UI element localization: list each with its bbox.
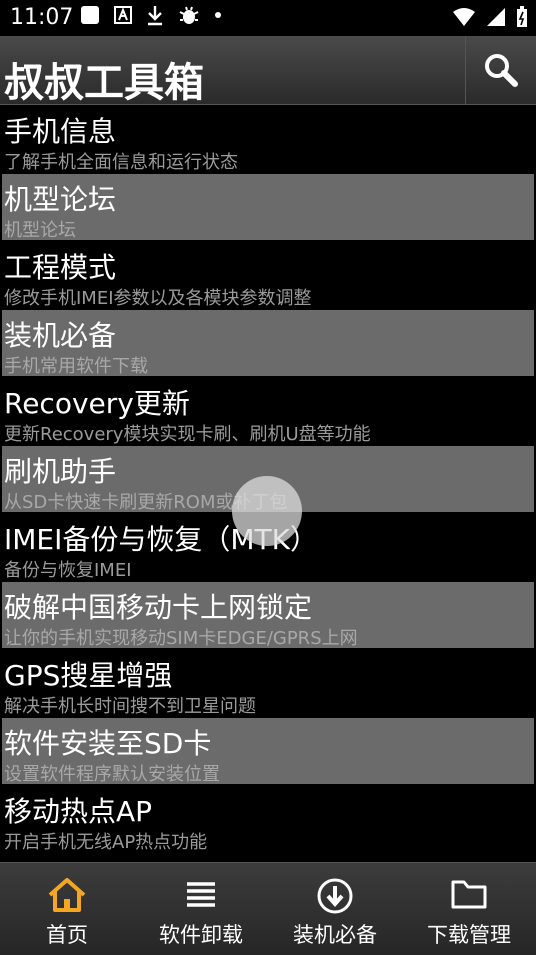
wifi-icon: [453, 8, 475, 26]
tab-label: 首页: [46, 923, 88, 947]
item-subtitle: 设置软件程序默认安装位置: [4, 764, 220, 785]
folder-icon: [451, 880, 487, 909]
status-time: 11:07: [10, 5, 74, 30]
tab-label: 软件卸载: [159, 923, 243, 947]
item-subtitle: 修改手机IMEI参数以及各模块参数调整: [4, 288, 312, 309]
tab-downloads[interactable]: 下载管理: [402, 863, 536, 955]
item-subtitle: 了解手机全面信息和运行状态: [4, 152, 238, 173]
home-icon: [48, 878, 86, 912]
item-subtitle: 更新Recovery模块实现卡刷、刷机U盘等功能: [4, 424, 371, 445]
battery-icon: [517, 6, 527, 27]
item-title: Recovery更新: [4, 387, 190, 420]
signal-icon: [487, 8, 505, 26]
item-title: 移动热点AP: [4, 795, 153, 828]
tab-label: 下载管理: [427, 923, 511, 947]
tab-uninstall[interactable]: 软件卸载: [134, 863, 268, 955]
item-title: 机型论坛: [4, 183, 117, 216]
bug-icon: [179, 6, 199, 24]
page-title: 叔叔工具箱: [4, 60, 204, 106]
list-item[interactable]: GPS搜星增强 解决手机长时间搜不到卫星问题: [2, 650, 534, 717]
bottom-nav: 首页 软件卸载 装机必备 下载管理: [0, 862, 536, 955]
item-title: 刷机助手: [4, 455, 117, 488]
item-title: GPS搜星增强: [4, 659, 173, 692]
item-subtitle: 备份与恢复IMEI: [4, 560, 132, 581]
download-circle-icon: [317, 878, 353, 914]
list-item[interactable]: 工程模式 修改手机IMEI参数以及各模块参数调整: [2, 242, 534, 309]
item-title: 工程模式: [4, 251, 117, 284]
touch-indicator: [232, 476, 302, 546]
item-title: 装机必备: [4, 319, 117, 352]
list-item[interactable]: 机型论坛 机型论坛: [2, 174, 534, 241]
search-button[interactable]: [465, 36, 536, 104]
list-icon: [187, 882, 215, 907]
list-item[interactable]: 手机信息 了解手机全面信息和运行状态: [2, 106, 534, 173]
download-icon: [148, 6, 162, 26]
font-a-icon: [114, 6, 132, 24]
item-subtitle: 让你的手机实现移动SIM卡EDGE/GPRS上网: [4, 628, 358, 649]
app-header: 叔叔工具箱: [0, 36, 536, 106]
status-bar: 11:07: [0, 0, 536, 36]
tab-label: 装机必备: [293, 923, 377, 947]
item-title: 破解中国移动卡上网锁定: [4, 591, 313, 624]
item-title: 软件安装至SD卡: [4, 727, 212, 760]
item-subtitle: 机型论坛: [4, 220, 76, 241]
item-subtitle: 解决手机长时间搜不到卫星问题: [4, 696, 256, 717]
search-icon: [485, 54, 518, 87]
item-subtitle: 开启手机无线AP热点功能: [4, 832, 208, 853]
square-notification-icon: [81, 6, 99, 24]
tab-essentials[interactable]: 装机必备: [268, 863, 402, 955]
list-item[interactable]: 软件安装至SD卡 设置软件程序默认安装位置: [2, 718, 534, 785]
list-item[interactable]: 移动热点AP 开启手机无线AP热点功能: [2, 786, 534, 853]
list-item[interactable]: 破解中国移动卡上网锁定 让你的手机实现移动SIM卡EDGE/GPRS上网: [2, 582, 534, 649]
list-item[interactable]: 装机必备 手机常用软件下载: [2, 310, 534, 377]
item-title: 手机信息: [4, 115, 117, 148]
notification-icons: [80, 4, 222, 26]
list-item[interactable]: Recovery更新 更新Recovery模块实现卡刷、刷机U盘等功能: [2, 378, 534, 445]
item-subtitle: 手机常用软件下载: [4, 356, 148, 377]
system-icons: [452, 6, 528, 28]
dot-icon: [215, 12, 221, 18]
tab-home[interactable]: 首页: [0, 863, 134, 955]
